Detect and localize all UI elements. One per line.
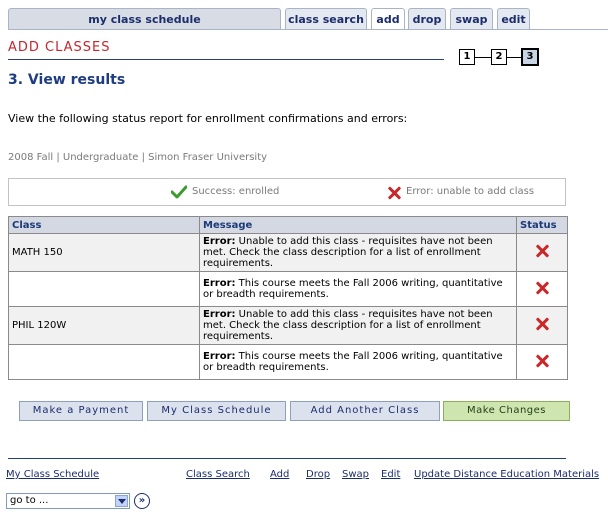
error-message: This course meets the Fall 2006 writing,… [203, 351, 503, 373]
tab-my-class-schedule[interactable]: my class schedule [8, 8, 281, 30]
footer-link-class-search[interactable]: Class Search [186, 469, 250, 480]
tab-swap[interactable]: swap [450, 8, 493, 30]
status-legend: Success: enrolled Error: unable to add c… [8, 178, 566, 206]
table-row: MATH 150 Error: Unable to add this class… [8, 233, 568, 272]
instructions-text: View the following status report for enr… [8, 112, 408, 125]
step-2: 2 [491, 49, 507, 65]
error-message: Unable to add this class - requisites ha… [203, 236, 493, 269]
legend-success-label: Success: enrolled [192, 186, 280, 197]
class-cell: PHIL 120W [8, 306, 200, 345]
column-header-message: Message [199, 216, 517, 234]
error-x-icon [387, 186, 401, 200]
message-cell: Error: Unable to add this class - requis… [199, 233, 517, 272]
error-message: Unable to add this class - requisites ha… [203, 309, 493, 342]
message-cell: Error: This course meets the Fall 2006 w… [199, 271, 517, 307]
step-3-current: 3 [521, 48, 539, 66]
error-x-icon [535, 354, 549, 368]
tab-underline [8, 29, 608, 30]
tab-edit[interactable]: edit [497, 8, 530, 30]
message-cell: Error: Unable to add this class - requis… [199, 306, 517, 345]
checkmark-icon [171, 185, 187, 199]
table-row: PHIL 120W Error: Unable to add this clas… [8, 306, 568, 345]
step-connector [475, 57, 491, 58]
term-info: 2008 Fall | Undergraduate | Simon Fraser… [8, 152, 268, 163]
make-changes-button[interactable]: Make Changes [443, 401, 570, 421]
table-row: Error: This course meets the Fall 2006 w… [8, 271, 568, 307]
page-title: ADD CLASSES [8, 40, 111, 55]
status-cell [516, 271, 568, 307]
add-another-class-button[interactable]: Add Another Class [290, 401, 440, 421]
footer-link-distance-education[interactable]: Update Distance Education Materials [414, 469, 599, 480]
message-cell: Error: This course meets the Fall 2006 w… [199, 344, 517, 380]
status-cell [516, 344, 568, 380]
double-chevron-right-icon: » [138, 495, 146, 506]
footer-link-my-class-schedule[interactable]: My Class Schedule [6, 469, 99, 480]
footer-link-edit[interactable]: Edit [381, 469, 400, 480]
footer-link-add[interactable]: Add [270, 469, 289, 480]
step-indicator: 1 2 3 [459, 48, 541, 67]
legend-error-label: Error: unable to add class [406, 186, 535, 197]
status-cell [516, 306, 568, 345]
footer-divider [8, 458, 566, 459]
class-cell [8, 271, 200, 307]
make-payment-button[interactable]: Make a Payment [19, 401, 143, 421]
tab-bar: my class schedule class search add drop … [8, 8, 608, 30]
class-cell [8, 344, 200, 380]
step-heading: 3. View results [8, 72, 126, 88]
results-table: Class Message Status MATH 150 Error: Una… [8, 216, 568, 380]
go-arrow-button[interactable]: » [134, 493, 150, 509]
error-x-icon [535, 244, 549, 258]
error-label: Error: [203, 351, 236, 362]
goto-select-value: go to ... [10, 495, 49, 506]
error-label: Error: [203, 236, 236, 247]
goto-select[interactable]: go to ... [6, 493, 130, 509]
my-class-schedule-button[interactable]: My Class Schedule [147, 401, 286, 421]
footer-link-swap[interactable]: Swap [342, 469, 369, 480]
title-divider [8, 59, 444, 60]
tab-add[interactable]: add [371, 8, 405, 30]
error-label: Error: [203, 278, 236, 289]
tab-drop[interactable]: drop [408, 8, 446, 30]
error-message: This course meets the Fall 2006 writing,… [203, 278, 503, 300]
chevron-down-icon[interactable] [115, 495, 128, 507]
error-label: Error: [203, 309, 236, 320]
step-1: 1 [459, 49, 475, 65]
error-x-icon [535, 281, 549, 295]
error-x-icon [535, 317, 549, 331]
tab-class-search[interactable]: class search [285, 8, 367, 30]
status-cell [516, 233, 568, 272]
table-row: Error: This course meets the Fall 2006 w… [8, 344, 568, 380]
step-connector [507, 57, 521, 58]
footer-link-drop[interactable]: Drop [306, 469, 330, 480]
class-cell: MATH 150 [8, 233, 200, 272]
column-header-class: Class [8, 216, 200, 234]
column-header-status: Status [516, 216, 568, 234]
